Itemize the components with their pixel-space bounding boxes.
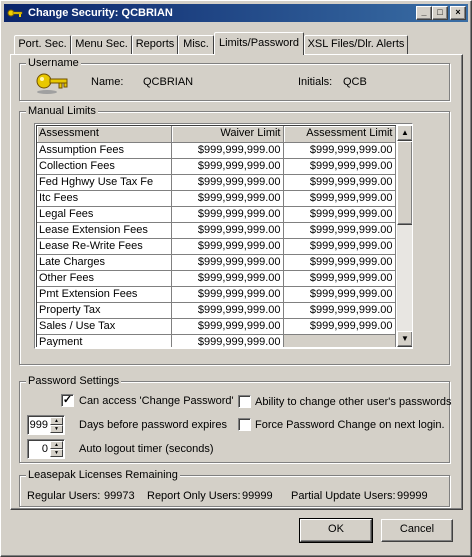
cancel-button[interactable]: Cancel — [381, 519, 453, 542]
close-button[interactable]: × — [450, 6, 466, 20]
maximize-button[interactable]: □ — [432, 6, 448, 20]
tab-misc[interactable]: Misc. — [178, 35, 214, 54]
change-security-dialog: Change Security: QCBRIAN _ □ × Port. Sec… — [0, 0, 472, 557]
tab-reports[interactable]: Reports — [132, 35, 178, 54]
tab-panel — [10, 54, 463, 510]
minimize-button[interactable]: _ — [416, 6, 432, 20]
tab-xsl-files-dlr-alerts[interactable]: XSL Files/Dlr. Alerts — [304, 35, 408, 54]
ok-button[interactable]: OK — [299, 518, 373, 543]
title-bar[interactable]: Change Security: QCBRIAN _ □ × — [4, 4, 468, 22]
window-title: Change Security: QCBRIAN — [28, 7, 173, 19]
tab-limits-password[interactable]: Limits/Password — [214, 32, 304, 55]
key-icon — [7, 9, 23, 17]
tab-port-sec[interactable]: Port. Sec. — [14, 35, 71, 54]
tab-menu-sec[interactable]: Menu Sec. — [71, 35, 132, 54]
